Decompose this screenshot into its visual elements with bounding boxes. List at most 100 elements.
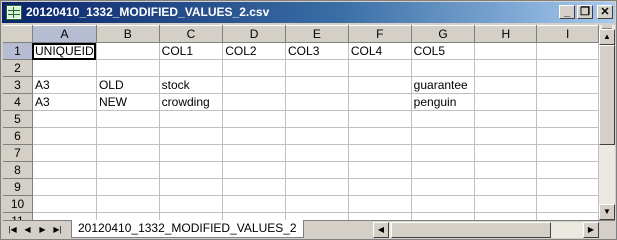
cell-a2[interactable] bbox=[32, 59, 97, 77]
prev-sheet-button[interactable]: ◀ bbox=[20, 222, 35, 237]
cell-e6[interactable] bbox=[285, 127, 349, 145]
next-sheet-button[interactable]: ▶ bbox=[35, 222, 50, 237]
row-header[interactable]: 1 bbox=[3, 42, 33, 60]
cell-f4[interactable] bbox=[348, 93, 412, 111]
cell-f7[interactable] bbox=[348, 144, 412, 162]
cell-b8[interactable] bbox=[96, 161, 160, 179]
row-header[interactable]: 2 bbox=[3, 59, 33, 77]
cell-g10[interactable] bbox=[411, 195, 476, 213]
cell-b3[interactable]: OLD bbox=[96, 76, 160, 94]
column-header-b[interactable]: B bbox=[96, 25, 160, 43]
first-sheet-button[interactable]: |◀ bbox=[5, 222, 20, 237]
cell-b4[interactable]: NEW bbox=[96, 93, 160, 111]
cell-e8[interactable] bbox=[285, 161, 349, 179]
cell-i2[interactable] bbox=[536, 59, 599, 77]
cell-b2[interactable] bbox=[96, 59, 160, 77]
row-header[interactable]: 7 bbox=[3, 144, 33, 162]
cell-d8[interactable] bbox=[222, 161, 287, 179]
cell-d4[interactable] bbox=[222, 93, 287, 111]
cell-c6[interactable] bbox=[159, 127, 224, 145]
cell-b11[interactable] bbox=[96, 212, 160, 220]
cell-d9[interactable] bbox=[222, 178, 287, 196]
cell-g3[interactable]: guarantee bbox=[411, 76, 476, 94]
column-header-c[interactable]: C bbox=[159, 25, 224, 43]
cell-h10[interactable] bbox=[474, 195, 538, 213]
title-bar[interactable]: 20120410_1332_MODIFIED_VALUES_2.csv _ ❐ … bbox=[2, 2, 615, 23]
cell-e4[interactable] bbox=[285, 93, 349, 111]
cell-g5[interactable] bbox=[411, 110, 476, 128]
row-header[interactable]: 3 bbox=[3, 76, 33, 94]
cell-c4[interactable]: crowding bbox=[159, 93, 224, 111]
cell-g7[interactable] bbox=[411, 144, 476, 162]
cell-g11[interactable] bbox=[411, 212, 476, 220]
cell-g9[interactable] bbox=[411, 178, 476, 196]
column-header-d[interactable]: D bbox=[222, 25, 287, 43]
cell-f11[interactable] bbox=[348, 212, 412, 220]
cell-h2[interactable] bbox=[474, 59, 538, 77]
cell-d6[interactable] bbox=[222, 127, 287, 145]
cell-a7[interactable] bbox=[32, 144, 97, 162]
scroll-left-button[interactable]: ◀ bbox=[373, 222, 389, 238]
row-header[interactable]: 10 bbox=[3, 195, 33, 213]
cell-h7[interactable] bbox=[474, 144, 538, 162]
column-header-f[interactable]: F bbox=[348, 25, 412, 43]
cell-h9[interactable] bbox=[474, 178, 538, 196]
cell-d3[interactable] bbox=[222, 76, 287, 94]
cell-g6[interactable] bbox=[411, 127, 476, 145]
cell-a10[interactable] bbox=[32, 195, 97, 213]
cell-i5[interactable] bbox=[536, 110, 599, 128]
horizontal-scrollbar[interactable]: ◀ ▶ bbox=[373, 222, 599, 238]
cell-h8[interactable] bbox=[474, 161, 538, 179]
sheet-tab-active[interactable]: 20120410_1332_MODIFIED_VALUES_2 bbox=[71, 220, 304, 238]
cell-c9[interactable] bbox=[159, 178, 224, 196]
cell-c10[interactable] bbox=[159, 195, 224, 213]
column-header-h[interactable]: H bbox=[474, 25, 538, 43]
last-sheet-button[interactable]: ▶| bbox=[50, 222, 65, 237]
cell-i10[interactable] bbox=[536, 195, 599, 213]
cell-c3[interactable]: stock bbox=[159, 76, 224, 94]
cell-c1[interactable]: COL1 bbox=[159, 42, 224, 60]
cell-d1[interactable]: COL2 bbox=[222, 42, 287, 60]
cell-e5[interactable] bbox=[285, 110, 349, 128]
column-header-e[interactable]: E bbox=[285, 25, 349, 43]
cell-f9[interactable] bbox=[348, 178, 412, 196]
cell-b1[interactable] bbox=[96, 42, 160, 60]
cell-h6[interactable] bbox=[474, 127, 538, 145]
cell-g4[interactable]: penguin bbox=[411, 93, 476, 111]
cell-f6[interactable] bbox=[348, 127, 412, 145]
cell-i11[interactable] bbox=[536, 212, 599, 220]
cell-d10[interactable] bbox=[222, 195, 287, 213]
column-header-g[interactable]: G bbox=[411, 25, 476, 43]
scroll-right-button[interactable]: ▶ bbox=[583, 222, 599, 238]
cell-c11[interactable] bbox=[159, 212, 224, 220]
cell-i6[interactable] bbox=[536, 127, 599, 145]
cell-h1[interactable] bbox=[474, 42, 538, 60]
close-button[interactable]: ✕ bbox=[597, 5, 613, 19]
restore-button[interactable]: ❐ bbox=[577, 5, 593, 19]
cell-i8[interactable] bbox=[536, 161, 599, 179]
cell-d11[interactable] bbox=[222, 212, 287, 220]
cell-e1[interactable]: COL3 bbox=[285, 42, 349, 60]
scroll-up-button[interactable]: ▲ bbox=[599, 29, 615, 45]
cell-i4[interactable] bbox=[536, 93, 599, 111]
cell-a9[interactable] bbox=[32, 178, 97, 196]
vertical-scrollbar[interactable]: ▲ ▼ bbox=[599, 25, 615, 220]
cell-g2[interactable] bbox=[411, 59, 476, 77]
cell-e3[interactable] bbox=[285, 76, 349, 94]
cell-c8[interactable] bbox=[159, 161, 224, 179]
row-header[interactable]: 11 bbox=[3, 212, 33, 220]
cell-a4[interactable]: A3 bbox=[32, 93, 97, 111]
cell-h4[interactable] bbox=[474, 93, 538, 111]
cell-i1[interactable] bbox=[536, 42, 599, 60]
cell-i7[interactable] bbox=[536, 144, 599, 162]
column-header-a[interactable]: A bbox=[32, 25, 97, 43]
cell-c2[interactable] bbox=[159, 59, 224, 77]
cell-d7[interactable] bbox=[222, 144, 287, 162]
cell-e9[interactable] bbox=[285, 178, 349, 196]
cell-b6[interactable] bbox=[96, 127, 160, 145]
cell-a5[interactable] bbox=[32, 110, 97, 128]
row-header[interactable]: 5 bbox=[3, 110, 33, 128]
cell-b7[interactable] bbox=[96, 144, 160, 162]
scroll-down-button[interactable]: ▼ bbox=[599, 204, 615, 220]
cell-e10[interactable] bbox=[285, 195, 349, 213]
